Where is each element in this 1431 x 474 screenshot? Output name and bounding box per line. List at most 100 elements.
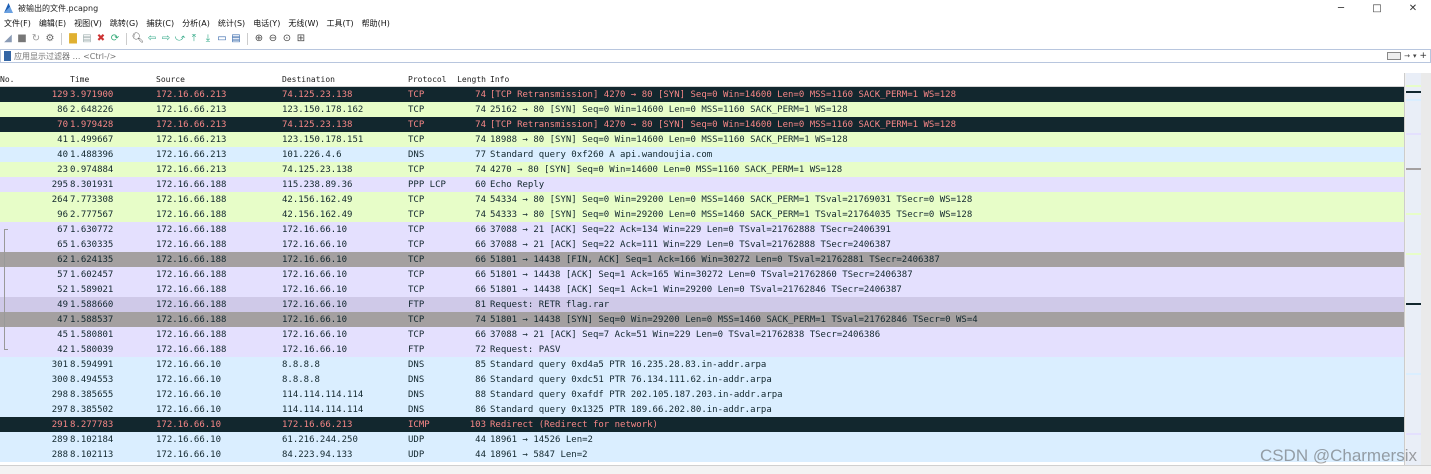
column-header-destination[interactable]: Destination [282,75,408,84]
zoom-in-icon[interactable]: ⊕ [253,33,265,45]
column-header-protocol[interactable]: Protocol [408,75,456,84]
packet-number: 295 [51,179,68,190]
packet-row[interactable]: 288 8.102113 172.16.66.10 84.223.94.133 UDP 4… [0,447,1404,462]
packet-row[interactable]: 62 1.624135 172.16.66.188 172.16.66.10 TCP 66… [0,252,1404,267]
zoom-reset-icon[interactable]: ⊙ [281,33,293,45]
packet-row[interactable]: 45 1.580801 172.16.66.188 172.16.66.10 TCP 66… [0,327,1404,342]
menu-telephony[interactable]: 电话(Y) [251,18,286,29]
packet-row[interactable]: 23 0.974884 172.16.66.213 74.125.23.138 TCP 7… [0,162,1404,177]
menu-tools[interactable]: 工具(T) [324,18,359,29]
maximize-button[interactable]: □ [1359,0,1395,16]
packet-source: 172.16.66.10 [156,374,222,385]
column-header-info[interactable]: Info [490,75,1404,84]
menu-view[interactable]: 视图(V) [72,18,108,29]
go-forward-icon[interactable]: ⇨ [160,33,172,45]
packet-number: 65 [57,239,68,250]
zoom-out-icon[interactable]: ⊖ [267,33,279,45]
packet-row[interactable]: 65 1.630335 172.16.66.188 172.16.66.10 TCP 66… [0,237,1404,252]
packet-list-scrollbar[interactable] [1404,73,1431,465]
packet-row[interactable]: 291 8.277783 172.16.66.10 172.16.66.213 ICMP… [0,417,1404,432]
minimap-stripe [1406,99,1421,101]
packet-row[interactable]: 264 7.773308 172.16.66.188 42.156.162.49 TCP… [0,192,1404,207]
column-header-length[interactable]: Length [456,75,490,84]
packet-info: Request: RETR flag.rar [490,299,610,310]
packet-destination: 74.125.23.138 [282,119,353,130]
filter-clear-button[interactable] [1387,52,1402,60]
add-filter-button-icon[interactable]: + [1419,51,1427,61]
packet-row[interactable]: 297 8.385502 172.16.66.10 114.114.114.114 DN… [0,402,1404,417]
menu-help[interactable]: 帮助(H) [360,18,396,29]
packet-row[interactable]: 52 1.589021 172.16.66.188 172.16.66.10 TCP 66… [0,282,1404,297]
capture-options-icon[interactable]: ⚙ [44,33,56,45]
packet-row[interactable]: 301 8.594991 172.16.66.10 8.8.8.8 DNS 85 Stand… [0,357,1404,372]
packet-time: 8.102184 [70,434,114,445]
packet-info: Request: PASV [490,344,561,355]
autoscroll-icon[interactable]: ▭ [216,33,228,45]
packet-row[interactable]: 57 1.602457 172.16.66.188 172.16.66.10 TCP 66… [0,267,1404,282]
packet-row[interactable]: 47 1.588537 172.16.66.188 172.16.66.10 TCP 74… [0,312,1404,327]
column-header-source[interactable]: Source [156,75,282,84]
packet-row[interactable]: 298 8.385655 172.16.66.10 114.114.114.114 DN… [0,387,1404,402]
close-file-icon[interactable]: ✖ [95,33,107,45]
packet-length: 74 [475,104,486,115]
packet-row[interactable]: 40 1.488396 172.16.66.213 101.226.4.6 DNS 77 S… [0,147,1404,162]
go-to-packet-icon[interactable]: ⤻ [174,33,186,45]
packet-row[interactable]: 70 1.979428 172.16.66.213 74.125.23.138 TCP 7… [0,117,1404,132]
restart-capture-icon[interactable]: ↻ [30,33,42,45]
packet-row[interactable]: 96 2.777567 172.16.66.188 42.156.162.49 TCP 7… [0,207,1404,222]
menu-go[interactable]: 跳转(G) [108,18,144,29]
packet-row[interactable]: 289 8.102184 172.16.66.10 61.216.244.250 UDP… [0,432,1404,447]
stop-capture-icon[interactable]: ■ [16,33,28,45]
packet-row[interactable]: 49 1.588660 172.16.66.188 172.16.66.10 FTP 81… [0,297,1404,312]
menu-capture[interactable]: 捕获(C) [144,18,180,29]
menu-analyze[interactable]: 分析(A) [180,18,216,29]
display-filter-input[interactable] [14,50,1388,62]
packet-destination: 42.156.162.49 [282,194,353,205]
packet-destination: 114.114.114.114 [282,389,364,400]
packet-protocol: UDP [408,434,425,445]
packet-row[interactable]: 42 1.580039 172.16.66.188 172.16.66.10 FTP 72… [0,342,1404,357]
packet-length: 74 [475,194,486,205]
packet-row[interactable]: 300 8.494553 172.16.66.10 8.8.8.8 DNS 86 Stand… [0,372,1404,387]
packet-info: Standard query 0xf260 A api.wandoujia.co… [490,149,713,160]
filter-apply-arrow-icon[interactable]: → [1404,52,1410,60]
filter-history-dropdown-icon[interactable]: ▾ [1413,52,1417,60]
menu-statistics[interactable]: 统计(S) [216,18,251,29]
column-header-time[interactable]: Time [68,75,156,84]
conversation-gutter [0,297,10,312]
packet-time: 0.974884 [70,164,114,175]
packet-destination: 172.16.66.10 [282,299,348,310]
scroll-track[interactable] [1421,73,1431,465]
packet-protocol: TCP [408,329,425,340]
packet-row[interactable]: 129 3.971900 172.16.66.213 74.125.23.138 TCP… [0,87,1404,102]
menu-file[interactable]: 文件(F) [2,18,37,29]
go-back-icon[interactable]: ⇦ [146,33,158,45]
packet-protocol: TCP [408,284,425,295]
find-packet-icon[interactable]: 🔍︎ [132,33,145,45]
packet-number: 57 [57,269,68,280]
close-button[interactable]: ✕ [1395,0,1431,16]
packet-minimap[interactable] [1406,73,1421,465]
first-packet-icon[interactable]: ⤒ [188,33,200,45]
save-file-icon[interactable]: ▤ [81,33,93,45]
menu-wireless[interactable]: 无线(W) [286,18,324,29]
resize-columns-icon[interactable]: ⊞ [295,33,307,45]
packet-info: 51801 → 14438 [FIN, ACK] Seq=1 Ack=166 W… [490,254,940,265]
minimize-button[interactable]: ─ [1323,0,1359,16]
menu-edit[interactable]: 编辑(E) [37,18,72,29]
conversation-gutter [0,432,10,447]
packet-time: 3.971900 [70,89,114,100]
column-header-no[interactable]: No. [0,75,68,84]
filter-bookmark-icon[interactable] [4,51,11,61]
last-packet-icon[interactable]: ⤓ [202,33,214,45]
packet-row[interactable]: 67 1.630772 172.16.66.188 172.16.66.10 TCP 66… [0,222,1404,237]
packet-row[interactable]: 41 1.499667 172.16.66.213 123.150.178.151 TC… [0,132,1404,147]
packet-number: 129 [51,89,68,100]
reload-file-icon[interactable]: ⟳ [109,33,121,45]
packet-row[interactable]: 295 8.301931 172.16.66.188 115.238.89.36 PPP… [0,177,1404,192]
conversation-gutter [0,132,10,147]
open-file-icon[interactable]: ▇ [67,33,79,45]
packet-row[interactable]: 86 2.648226 172.16.66.213 123.150.178.162 TC… [0,102,1404,117]
colorize-icon[interactable]: ▤ [230,33,242,45]
start-capture-icon[interactable]: ◢ [2,33,14,45]
